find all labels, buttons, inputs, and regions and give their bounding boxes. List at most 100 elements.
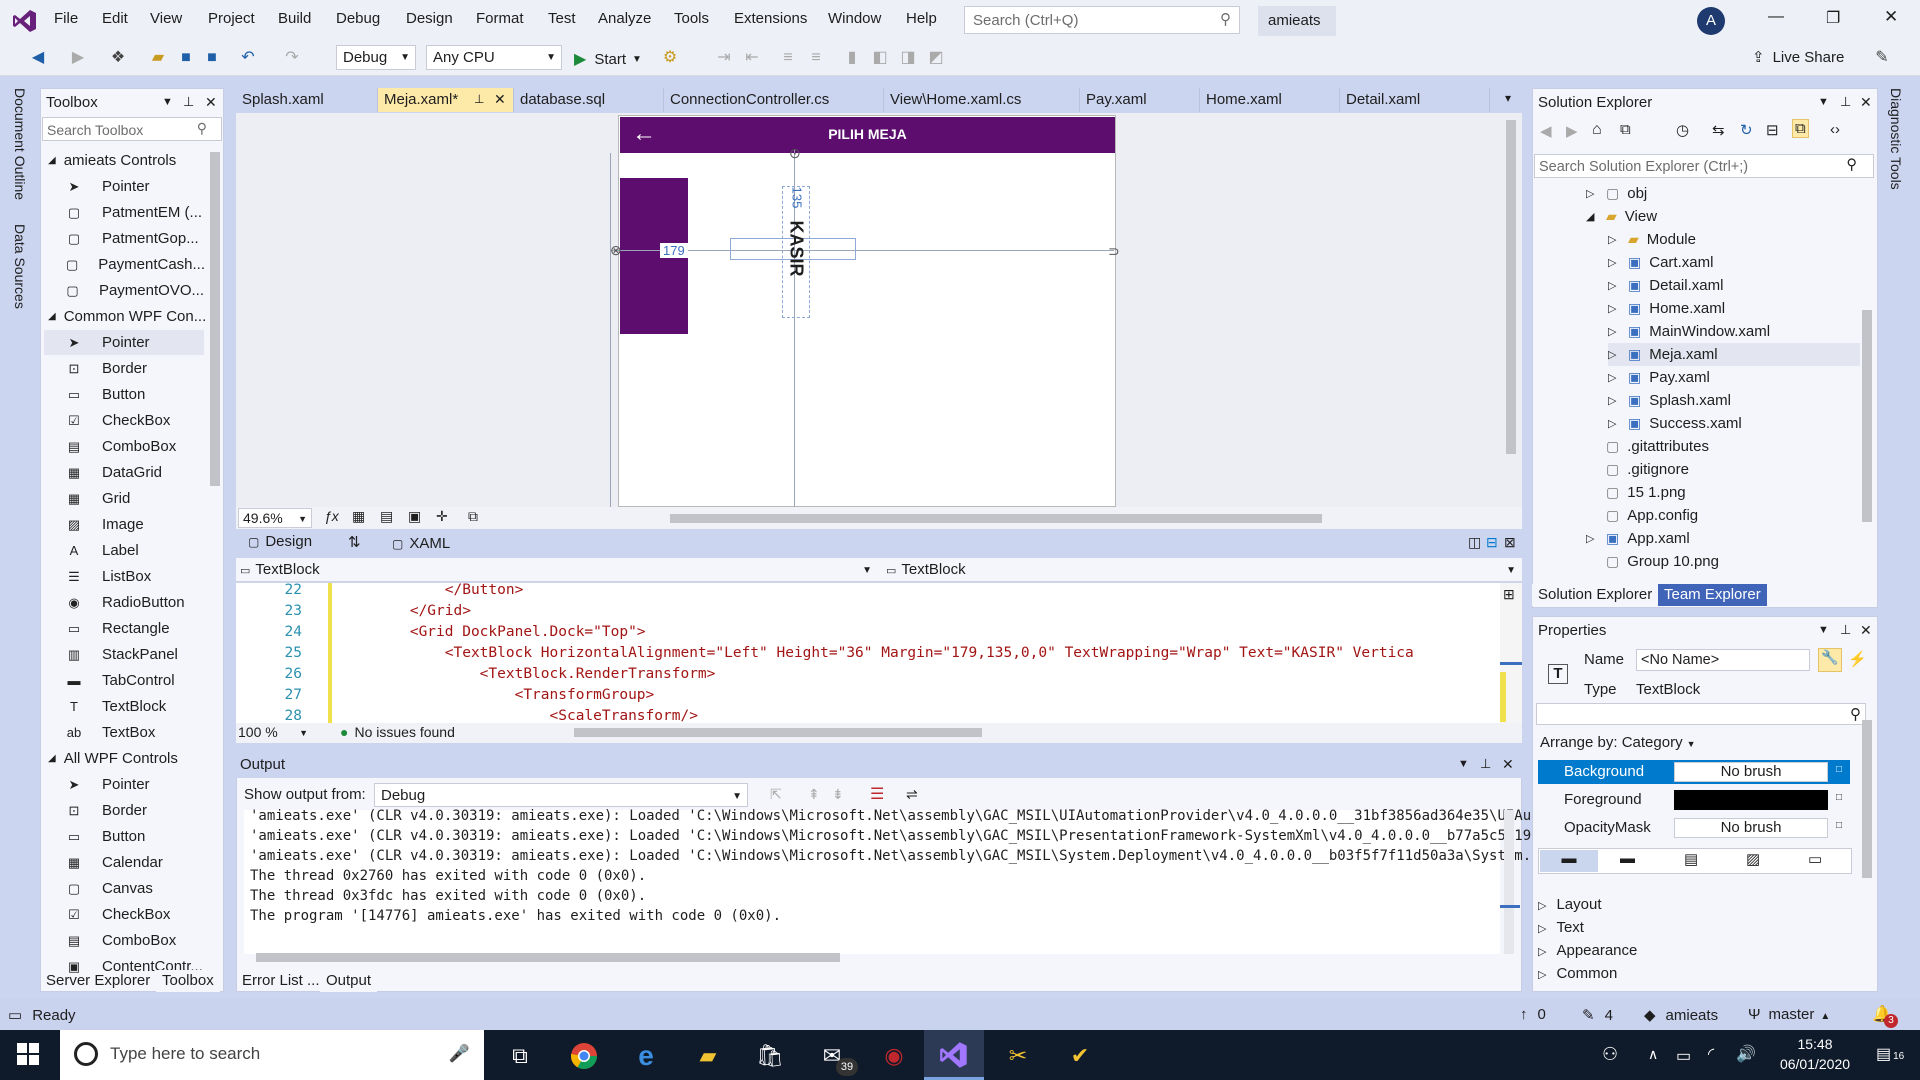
people-icon[interactable]: ⚇	[1602, 1044, 1618, 1065]
code-line[interactable]: </Grid>	[340, 603, 471, 624]
document-tab[interactable]: Home.xaml	[1200, 88, 1340, 112]
issues-indicator[interactable]: ● No issues found	[340, 724, 455, 740]
dropdown-icon[interactable]: ▼	[1818, 96, 1829, 108]
bookmark-icon[interactable]: ▮	[842, 48, 862, 68]
solution-tree-item[interactable]: ▷ ▣ Success.xaml	[1608, 412, 1860, 435]
toolbox-item[interactable]: ▭ Button	[44, 382, 204, 407]
expand-icon[interactable]: ▷	[1586, 532, 1606, 545]
toolbox-item[interactable]: ⊡ Border	[44, 798, 204, 823]
close-icon[interactable]: ✕	[1860, 94, 1872, 111]
error-list-tab[interactable]: Error List ...	[236, 970, 326, 992]
property-row[interactable]: Foreground □	[1538, 788, 1850, 812]
menu-build[interactable]: Build	[278, 10, 311, 27]
toolbox-item[interactable]: ➤ Pointer	[44, 330, 204, 355]
close-icon[interactable]: ✕	[205, 94, 217, 111]
advanced-options-icon[interactable]: □	[1836, 764, 1842, 775]
arrange-by-combo[interactable]: Arrange by: Category ▼	[1540, 734, 1696, 751]
code-line[interactable]: <TextBlock HorizontalAlignment="Left" He…	[340, 645, 1414, 666]
step-icon[interactable]: ⇥	[714, 48, 734, 68]
bookmark-next-icon[interactable]: ◨	[898, 48, 918, 68]
events-icon[interactable]: ⚡	[1848, 650, 1867, 668]
bookmark-clear-icon[interactable]: ◩	[926, 48, 946, 68]
minimize-icon[interactable]: —	[1768, 8, 1784, 26]
device-icon[interactable]: ⧉	[468, 508, 478, 525]
solution-tree-item[interactable]: ▷ ▰ Module	[1608, 228, 1860, 251]
comment-icon[interactable]: ≡	[778, 48, 798, 68]
expand-icon[interactable]: ⊞	[1503, 586, 1515, 603]
toolbox-item[interactable]: ➤ Pointer	[44, 174, 204, 199]
toolbox-item[interactable]: ▦ Grid	[44, 486, 204, 511]
document-tab[interactable]: ConnectionController.cs	[664, 88, 884, 112]
diagnostic-tools-tab[interactable]: Diagnostic Tools	[1888, 88, 1904, 190]
expand-icon[interactable]: ▷	[1608, 302, 1628, 315]
dropdown-icon[interactable]: ▼	[1818, 624, 1829, 636]
live-share-button[interactable]: ⇪ Live Share	[1752, 48, 1844, 67]
split-vertical-icon[interactable]: ◫	[1468, 534, 1481, 551]
toolbox-group[interactable]: ◢ Common WPF Con...	[44, 304, 206, 329]
clock[interactable]: 15:48 06/01/2020	[1770, 1034, 1860, 1074]
clear-all-icon[interactable]: ☰	[870, 784, 884, 804]
properties-search[interactable]: ⚲	[1536, 703, 1866, 725]
toolbox-item[interactable]: ▭ Rectangle	[44, 616, 204, 641]
word-wrap-icon[interactable]: ⇌	[906, 786, 918, 803]
solution-tree-item[interactable]: ▷ ▣ Meja.xaml	[1608, 343, 1860, 366]
document-tab[interactable]: Detail.xaml	[1340, 88, 1490, 112]
solution-tree-item[interactable]: ▢ 15 1.png	[1586, 481, 1860, 504]
visual-studio-task-icon[interactable]	[924, 1030, 984, 1080]
document-tab[interactable]: Splash.xaml	[236, 88, 378, 112]
anchor-icon[interactable]: ⊙	[789, 145, 801, 162]
snap-icon[interactable]: ▣	[408, 508, 421, 525]
toolbox-item[interactable]: ☰ ListBox	[44, 564, 204, 589]
toolbox-item[interactable]: ▢ PatmentEM (...	[44, 200, 204, 225]
tray-chevron-icon[interactable]: ∧	[1648, 1046, 1658, 1063]
properties-wrench-icon[interactable]: 🔧	[1818, 648, 1842, 672]
chrome-icon[interactable]	[564, 1036, 604, 1076]
feedback-icon[interactable]: ✎	[1872, 48, 1892, 68]
menu-analyze[interactable]: Analyze	[598, 10, 651, 27]
toolbox-item[interactable]: A Label	[44, 538, 204, 563]
document-outline-tab[interactable]: Document Outline	[12, 88, 28, 200]
norton-icon[interactable]: ✔	[1060, 1036, 1100, 1076]
toolbox-search[interactable]: Search Toolbox ⚲	[42, 117, 222, 141]
pin-icon[interactable]: ⊥	[1840, 622, 1851, 638]
solution-tree-item[interactable]: ▷ ▢ obj	[1586, 182, 1860, 205]
sync-icon[interactable]: ⇆	[1712, 121, 1725, 139]
solution-tree-item[interactable]: ▷ ▣ Splash.xaml	[1608, 389, 1860, 412]
toolbox-item[interactable]: ▬ TabControl	[44, 668, 204, 693]
start-button[interactable]: ▶ Start ▼	[574, 47, 642, 71]
uncomment-icon[interactable]: ≡	[806, 48, 826, 68]
editor-zoom[interactable]: 100 % ▼	[238, 724, 310, 742]
code-line[interactable]: </Button>	[340, 582, 524, 603]
designer-vscroll[interactable]	[1506, 120, 1516, 454]
team-explorer-tab[interactable]: Team Explorer	[1658, 584, 1767, 606]
property-value[interactable]: No brush	[1674, 818, 1828, 838]
bookmark-prev-icon[interactable]: ◧	[870, 48, 890, 68]
se-vscroll[interactable]	[1862, 310, 1872, 522]
collapse-all-icon[interactable]: ⊟	[1766, 121, 1779, 139]
switch-views-icon[interactable]: ⧉	[1620, 121, 1631, 138]
menu-edit[interactable]: Edit	[102, 10, 128, 27]
snap-lines-icon[interactable]: ✛	[436, 508, 448, 525]
menu-window[interactable]: Window	[828, 10, 881, 27]
branch-indicator[interactable]: Ψmaster ▲	[1748, 1006, 1830, 1023]
solution-tree-item[interactable]: ◢ ▰ View	[1586, 205, 1860, 228]
toolbox-item[interactable]: ◉ RadioButton	[44, 590, 204, 615]
store-icon[interactable]: 🛍	[750, 1036, 790, 1076]
volume-icon[interactable]: 🔊	[1736, 1044, 1756, 1064]
toolbox-item[interactable]: ▥ StackPanel	[44, 642, 204, 667]
tab-design[interactable]: ▢ Design	[248, 533, 312, 550]
solution-tree-item[interactable]: ▢ .gitignore	[1586, 458, 1860, 481]
output-vscroll[interactable]	[1504, 810, 1514, 954]
toolbox-item[interactable]: ☑ CheckBox	[44, 902, 204, 927]
solution-tree-item[interactable]: ▷ ▣ Pay.xaml	[1608, 366, 1860, 389]
toolbox-item[interactable]: ▨ Image	[44, 512, 204, 537]
solution-tree-item[interactable]: ▷ ▣ Cart.xaml	[1608, 251, 1860, 274]
pending-changes-icon[interactable]: ◷	[1676, 121, 1689, 139]
menu-file[interactable]: File	[54, 10, 78, 27]
toolbox-item[interactable]: ⊡ Border	[44, 356, 204, 381]
menu-project[interactable]: Project	[208, 10, 255, 27]
image-brush-icon[interactable]: ▨	[1746, 850, 1760, 868]
property-category[interactable]: ▷ Appearance	[1538, 942, 1637, 966]
solution-tree-item[interactable]: ▷ ▣ Home.xaml	[1608, 297, 1860, 320]
zoom-combo[interactable]: 49.6% ▼	[238, 508, 312, 528]
